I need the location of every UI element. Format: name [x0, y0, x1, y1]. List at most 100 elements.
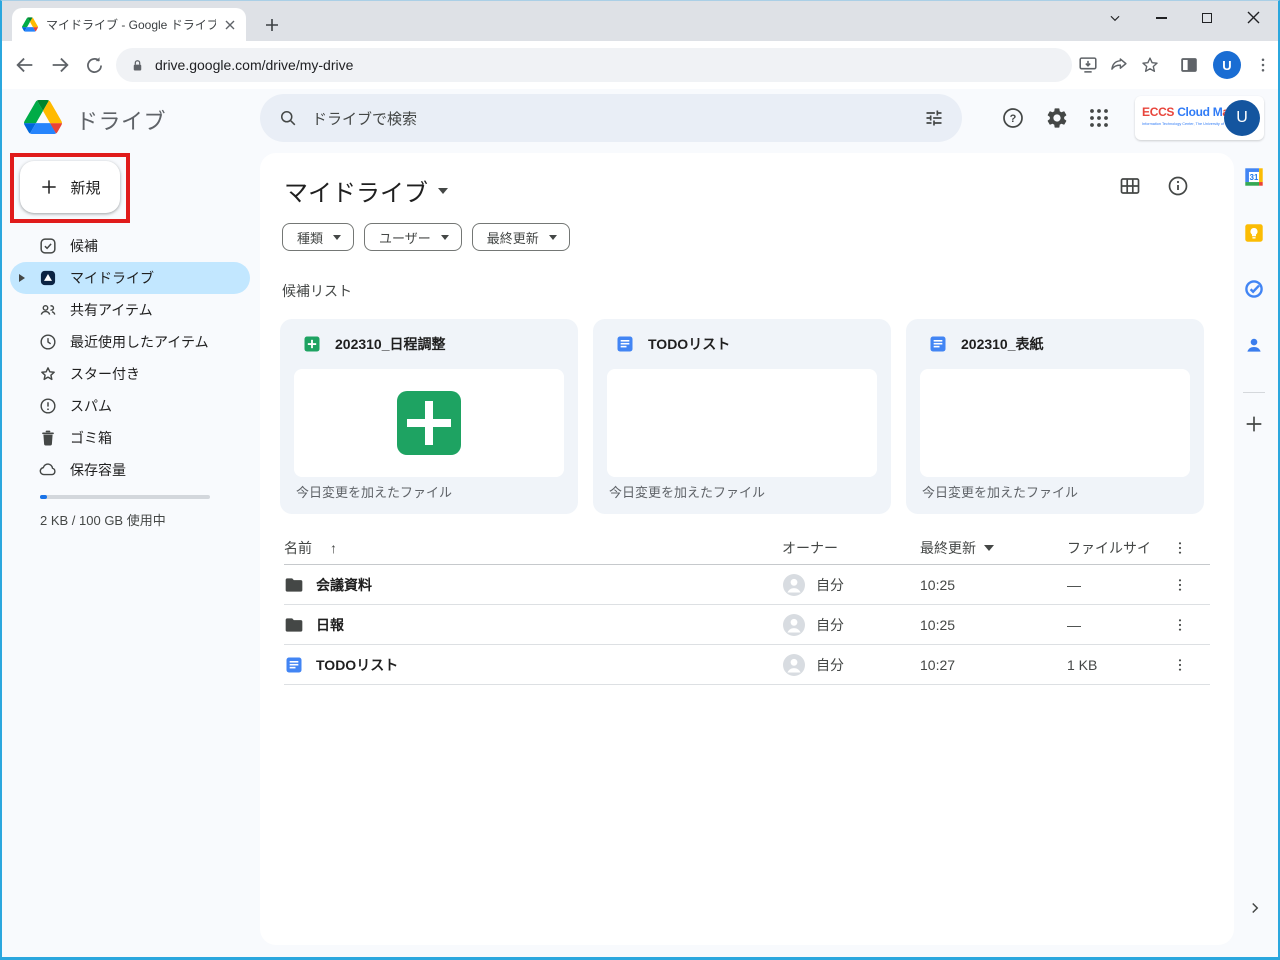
- header-modified[interactable]: 最終更新: [920, 538, 994, 558]
- browser-toolbar: drive.google.com/drive/my-drive U: [2, 41, 1278, 89]
- browser-profile-avatar[interactable]: U: [1213, 51, 1241, 79]
- window-close-button[interactable]: [1230, 1, 1276, 34]
- file-table: 名前↑ オーナー 最終更新 ファイルサイ 会議資料 自分 10:25: [284, 531, 1210, 685]
- filter-chip-modified[interactable]: 最終更新: [472, 223, 570, 251]
- file-preview: [294, 369, 564, 477]
- page-title[interactable]: マイドライブ: [284, 173, 428, 208]
- expand-arrow-icon[interactable]: [19, 274, 25, 282]
- svg-text:?: ?: [1010, 113, 1017, 125]
- google-calendar-icon[interactable]: 31: [1243, 166, 1265, 188]
- row-menu-icon[interactable]: [1172, 577, 1188, 593]
- docs-icon: [284, 655, 304, 675]
- card-caption: 今日変更を加えたファイル: [296, 482, 452, 501]
- approval-icon: [38, 236, 58, 256]
- suggestion-card[interactable]: 202310_表紙 今日変更を加えたファイル: [906, 319, 1204, 514]
- eccs-brand: ECCS Cloud Mail: [1142, 105, 1235, 119]
- owner-avatar-icon: [782, 613, 806, 637]
- table-row[interactable]: TODOリスト 自分 10:27 1 KB: [284, 645, 1210, 685]
- reload-icon[interactable]: [84, 55, 105, 76]
- docs-icon: [615, 334, 635, 354]
- info-icon[interactable]: [1166, 174, 1190, 198]
- search-icon: [278, 108, 298, 128]
- sidebar-item-my-drive[interactable]: マイドライブ: [10, 262, 250, 294]
- folder-icon: [284, 615, 304, 635]
- help-icon[interactable]: ?: [1001, 106, 1025, 130]
- sidebar-item-trash[interactable]: ゴミ箱: [10, 422, 250, 454]
- chevron-down-icon: [333, 235, 341, 240]
- sort-descending-icon: [984, 545, 994, 551]
- tab-search-icon[interactable]: [1092, 1, 1138, 34]
- bookmark-star-icon[interactable]: [1139, 54, 1161, 76]
- drive-wordmark: ドライブ: [76, 104, 166, 136]
- browser-tab[interactable]: マイドライブ - Google ドライブ: [12, 8, 246, 41]
- back-icon[interactable]: [14, 54, 36, 76]
- filter-chip-type[interactable]: 種類: [282, 223, 354, 251]
- chevron-down-icon: [549, 235, 557, 240]
- header-name[interactable]: 名前↑: [284, 538, 337, 558]
- svg-text:31: 31: [1250, 173, 1259, 182]
- filter-chip-people[interactable]: ユーザー: [364, 223, 462, 251]
- header-size[interactable]: ファイルサイ: [1067, 538, 1151, 558]
- storage-progress-fill: [40, 495, 47, 499]
- install-icon[interactable]: [1077, 54, 1099, 76]
- header-menu-icon[interactable]: [1172, 540, 1188, 556]
- owner-avatar-icon: [782, 573, 806, 597]
- star-icon: [38, 364, 58, 384]
- window-minimize-button[interactable]: [1138, 1, 1184, 34]
- search-options-icon[interactable]: [924, 108, 944, 128]
- file-preview: [920, 369, 1190, 477]
- sidebar-nav: 候補 マイドライブ 共有アイテム 最近使用したアイテム スター付き スパ: [10, 230, 250, 486]
- tab-close-icon[interactable]: [224, 19, 236, 31]
- sheets-icon: [302, 334, 322, 354]
- google-keep-icon[interactable]: [1243, 222, 1265, 244]
- docs-icon: [928, 334, 948, 354]
- sidebar-item-starred[interactable]: スター付き: [10, 358, 250, 390]
- header-owner[interactable]: オーナー: [782, 538, 838, 558]
- tab-title: マイドライブ - Google ドライブ: [46, 16, 216, 33]
- account-badge[interactable]: ECCS Cloud Mail Information Technology C…: [1135, 96, 1264, 140]
- drive-app: ドライブ ドライブで検索 ? ECCS Cloud Mail Informati…: [2, 89, 1278, 957]
- folder-icon: [284, 575, 304, 595]
- get-add-ons-icon[interactable]: [1243, 413, 1265, 435]
- title-dropdown-icon[interactable]: [438, 188, 448, 194]
- address-bar[interactable]: drive.google.com/drive/my-drive: [116, 48, 1072, 82]
- card-caption: 今日変更を加えたファイル: [922, 482, 1078, 501]
- share-icon[interactable]: [1108, 54, 1130, 76]
- side-panel-icon[interactable]: [1178, 54, 1200, 76]
- side-panel-rail: 31: [1230, 146, 1278, 957]
- drive-search-bar[interactable]: ドライブで検索: [260, 94, 962, 142]
- forward-icon[interactable]: [49, 54, 71, 76]
- grid-view-icon[interactable]: [1118, 174, 1142, 198]
- annotation-highlight-box: [10, 153, 130, 223]
- sheets-preview-glyph: [397, 391, 461, 455]
- table-row[interactable]: 会議資料 自分 10:25 —: [284, 565, 1210, 605]
- sidebar-item-spam[interactable]: スパム: [10, 390, 250, 422]
- row-menu-icon[interactable]: [1172, 657, 1188, 673]
- drive-logo: [24, 100, 62, 134]
- suggestion-card[interactable]: TODOリスト 今日変更を加えたファイル: [593, 319, 891, 514]
- sidebar-item-recent[interactable]: 最近使用したアイテム: [10, 326, 250, 358]
- account-avatar[interactable]: U: [1224, 100, 1260, 136]
- sidebar-item-suggested[interactable]: 候補: [10, 230, 250, 262]
- row-menu-icon[interactable]: [1172, 617, 1188, 633]
- storage-usage-text: 2 KB / 100 GB 使用中: [40, 510, 166, 529]
- settings-gear-icon[interactable]: [1045, 106, 1069, 130]
- trash-icon: [38, 428, 58, 448]
- google-apps-grid-icon[interactable]: [1087, 106, 1111, 130]
- google-contacts-icon[interactable]: [1243, 334, 1265, 356]
- my-drive-icon: [38, 268, 58, 288]
- new-tab-button[interactable]: [260, 13, 284, 37]
- sidebar-item-shared[interactable]: 共有アイテム: [10, 294, 250, 326]
- show-side-panel-icon[interactable]: [1246, 899, 1264, 917]
- browser-menu-icon[interactable]: [1254, 56, 1272, 74]
- table-row[interactable]: 日報 自分 10:25 —: [284, 605, 1210, 645]
- lock-icon[interactable]: [130, 58, 145, 73]
- rail-divider: [1243, 392, 1265, 393]
- drive-favicon: [22, 17, 38, 32]
- window-maximize-button[interactable]: [1184, 1, 1230, 34]
- browser-window: マイドライブ - Google ドライブ: [0, 0, 1280, 960]
- google-tasks-icon[interactable]: [1243, 278, 1265, 300]
- suggestion-card[interactable]: 202310_日程調整 今日変更を加えたファイル: [280, 319, 578, 514]
- sidebar-item-storage[interactable]: 保存容量: [10, 454, 250, 486]
- owner-avatar-icon: [782, 653, 806, 677]
